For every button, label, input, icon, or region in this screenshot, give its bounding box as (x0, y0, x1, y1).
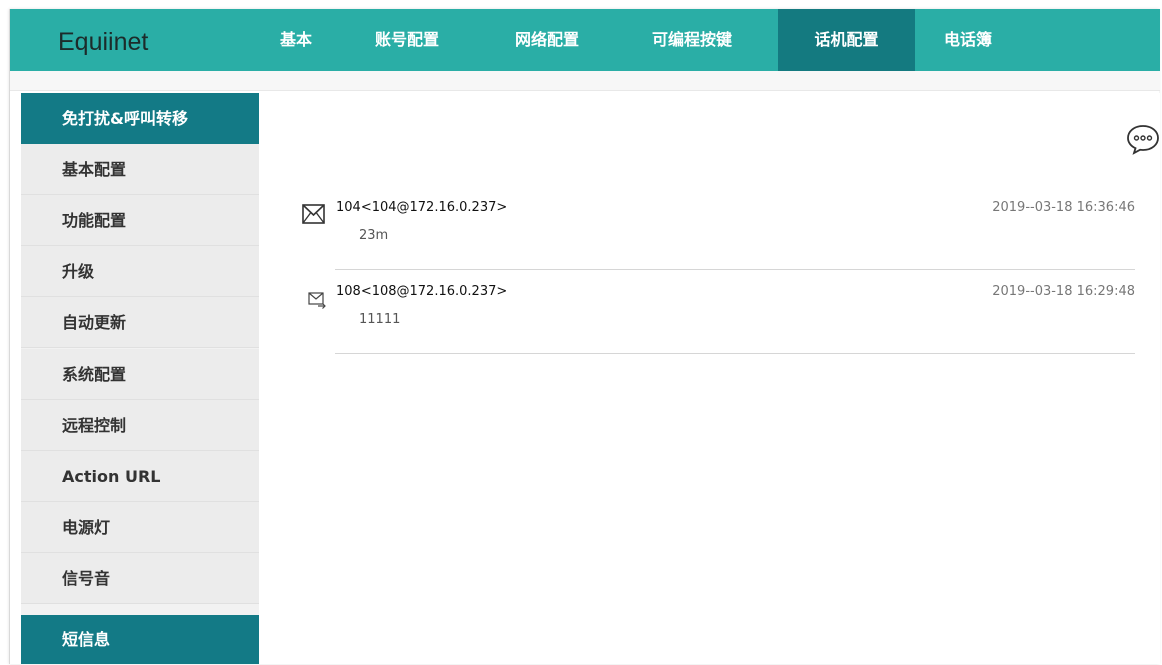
message-time: 2019--03-18 16:29:48 (992, 284, 1135, 299)
envelope-forward-icon (308, 292, 326, 309)
sidebar: 免打扰&呼叫转移 基本配置 功能配置 升级 自动更新 系统配置 远程控制 Act… (21, 93, 259, 664)
nav-tab-phone-settings[interactable]: 话机配置 (778, 9, 915, 71)
message-time: 2019--03-18 16:36:46 (992, 200, 1135, 215)
top-nav-bar: Equiinet 基本 账号配置 网络配置 可编程按键 话机配置 电话簿 (10, 9, 1160, 71)
nav-tab-basic[interactable]: 基本 (280, 9, 340, 71)
app-frame: Equiinet 基本 账号配置 网络配置 可编程按键 话机配置 电话簿 免打扰… (9, 9, 1160, 664)
sub-header-strip (10, 71, 1160, 91)
sidebar-item-tones[interactable]: 信号音 (21, 553, 259, 604)
envelope-icon (302, 204, 325, 224)
chat-bubble-icon[interactable] (1126, 123, 1160, 155)
sidebar-item-system-config[interactable]: 系统配置 (21, 349, 259, 400)
brand-logo: Equiinet (58, 28, 149, 56)
nav-tab-network[interactable]: 网络配置 (515, 9, 579, 71)
message-item[interactable]: 108<108@172.16.0.237> 11111 2019--03-18 … (270, 269, 1160, 351)
nav-tab-account[interactable]: 账号配置 (375, 9, 439, 71)
sidebar-item-sms[interactable]: 短信息 (21, 615, 259, 664)
sidebar-item-remote-control[interactable]: 远程控制 (21, 400, 259, 451)
message-body: 23m (359, 228, 389, 243)
nav-tab-programmable-keys[interactable]: 可编程按键 (652, 9, 732, 71)
sidebar-item-power-led[interactable]: 电源灯 (21, 502, 259, 553)
message-body: 11111 (359, 312, 401, 327)
sidebar-item-basic-config[interactable]: 基本配置 (21, 144, 259, 195)
sidebar-item-upgrade[interactable]: 升级 (21, 246, 259, 297)
sidebar-item-action-url[interactable]: Action URL (21, 451, 259, 502)
message-sender: 104<104@172.16.0.237> (336, 200, 508, 215)
nav-tab-phonebook[interactable]: 电话簿 (944, 9, 992, 71)
sms-content-panel: 104<104@172.16.0.237> 23m 2019--03-18 16… (270, 93, 1160, 664)
message-sender: 108<108@172.16.0.237> (336, 284, 508, 299)
sidebar-item-dnd-forward[interactable]: 免打扰&呼叫转移 (21, 93, 259, 144)
message-divider (335, 353, 1135, 354)
sidebar-item-auto-update[interactable]: 自动更新 (21, 297, 259, 348)
sidebar-item-feature-config[interactable]: 功能配置 (21, 195, 259, 246)
message-item[interactable]: 104<104@172.16.0.237> 23m 2019--03-18 16… (270, 185, 1160, 267)
